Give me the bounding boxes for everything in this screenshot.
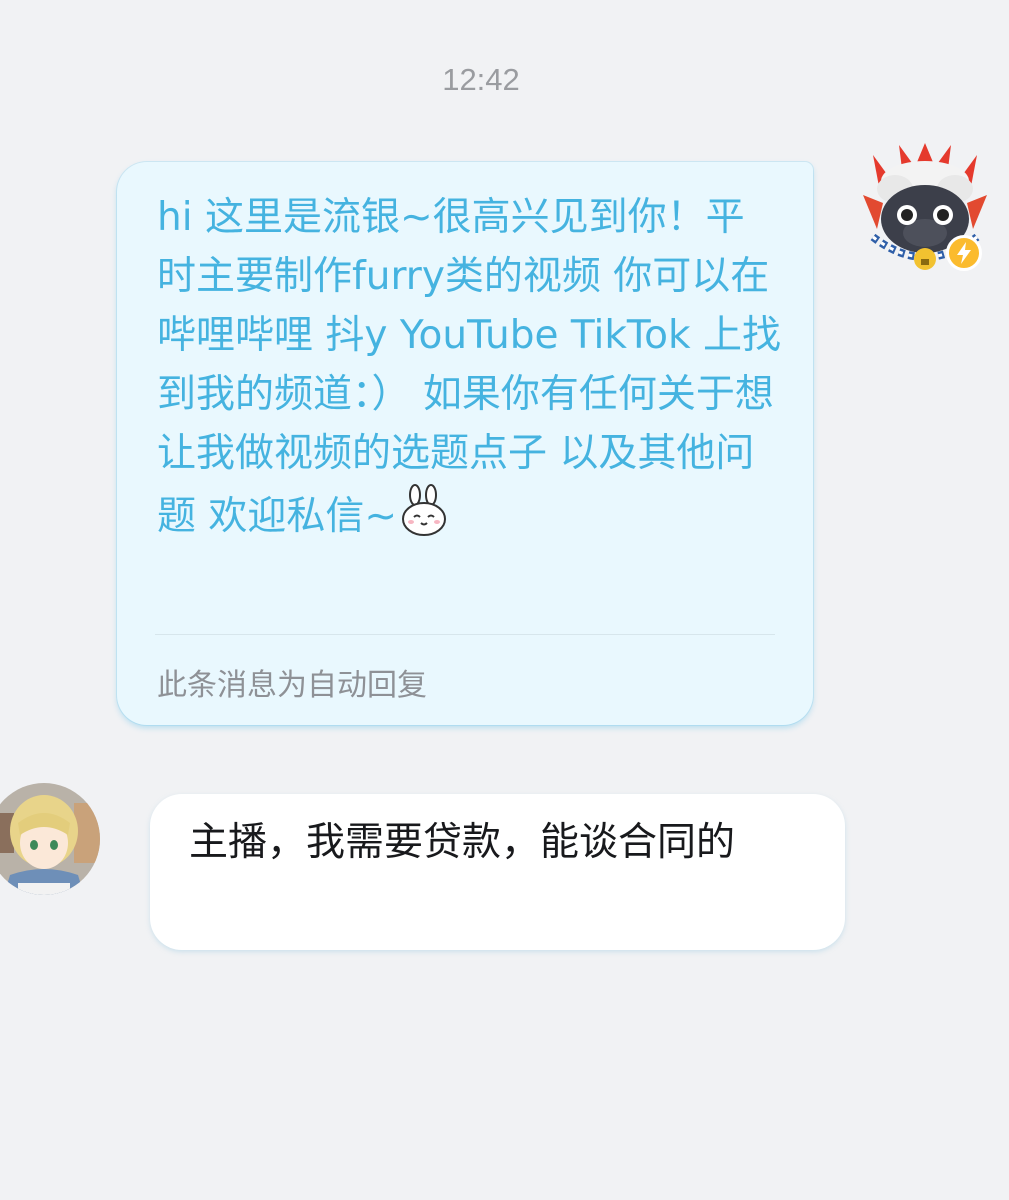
bunny-sticker-icon xyxy=(399,483,451,537)
auto-reply-text: hi 这里是流银~很高兴见到你！平时主要制作furry类的视频 你可以在哔哩哔哩… xyxy=(157,188,782,546)
auto-reply-bubble[interactable]: hi 这里是流银~很高兴见到你！平时主要制作furry类的视频 你可以在哔哩哔哩… xyxy=(117,162,813,725)
user-avatar[interactable] xyxy=(0,783,100,895)
lightning-badge-icon xyxy=(946,235,982,271)
user-message-bubble[interactable]: 主播，我需要贷款，能谈合同的 xyxy=(150,794,845,950)
auto-reply-body: hi 这里是流银~很高兴见到你！平时主要制作furry类的视频 你可以在哔哩哔哩… xyxy=(157,195,781,539)
message-timestamp: 12:42 xyxy=(442,62,520,97)
anime-girl-avatar-icon xyxy=(0,783,100,895)
auto-reply-note: 此条消息为自动回复 xyxy=(157,668,427,703)
divider xyxy=(155,634,775,635)
user-message-text: 主播，我需要贷款，能谈合同的 xyxy=(189,820,736,865)
